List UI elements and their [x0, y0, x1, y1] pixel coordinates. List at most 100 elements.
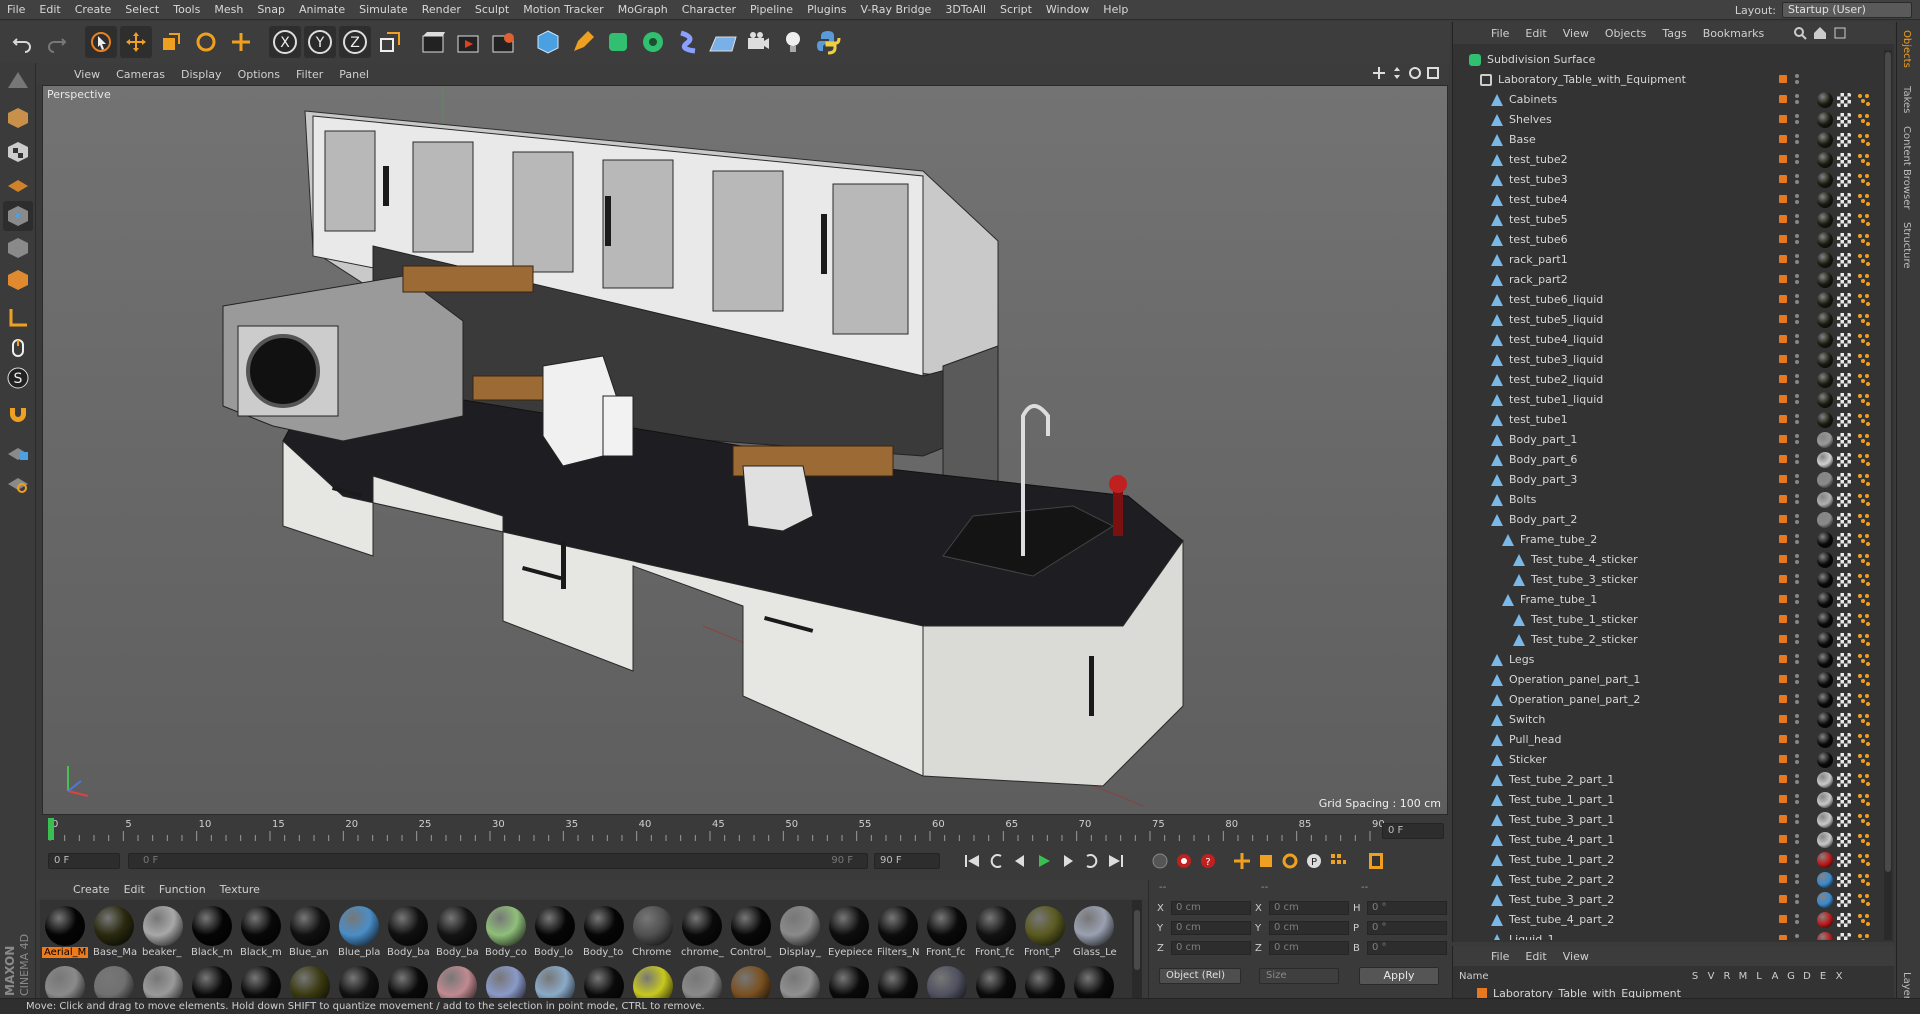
layer-color-icon[interactable] — [1779, 315, 1787, 323]
visibility-dots-icon[interactable] — [1795, 334, 1799, 338]
menu-item-tools[interactable]: Tools — [166, 3, 207, 16]
object-row[interactable]: Test_tube_2_part_2 — [1453, 870, 1893, 890]
render-view-icon[interactable] — [418, 26, 450, 58]
material-tag-icon[interactable] — [1817, 612, 1833, 628]
material-swatch[interactable]: Display_ — [777, 904, 823, 958]
subdivision-icon[interactable] — [602, 26, 634, 58]
phong-tag-icon[interactable] — [1857, 253, 1871, 267]
phong-tag-icon[interactable] — [1857, 773, 1871, 787]
coord-value-field[interactable]: 0 ° — [1367, 941, 1447, 955]
object-row[interactable]: Test_tube_1_part_1 — [1453, 790, 1893, 810]
material-swatch[interactable]: Front_fc — [973, 904, 1019, 958]
render-picture-viewer-icon[interactable] — [453, 26, 485, 58]
object-row[interactable]: Frame_tube_1 — [1453, 590, 1893, 610]
object-row[interactable]: Test_tube_3_sticker — [1453, 570, 1893, 590]
layer-color-icon[interactable] — [1779, 555, 1787, 563]
menu-item-script[interactable]: Script — [993, 3, 1039, 16]
layer-color-icon[interactable] — [1779, 535, 1787, 543]
menu-item-render[interactable]: Render — [415, 3, 468, 16]
phong-tag-icon[interactable] — [1857, 813, 1871, 827]
x-axis-icon[interactable]: X — [269, 26, 301, 58]
object-row[interactable]: test_tube5 — [1453, 210, 1893, 230]
tab-content-browser[interactable]: Content Browser — [1901, 126, 1912, 209]
phong-tag-icon[interactable] — [1857, 173, 1871, 187]
viewport-menu-panel[interactable]: Panel — [331, 68, 377, 81]
object-row[interactable]: Liquid_1 — [1453, 930, 1893, 940]
visibility-dots-icon[interactable] — [1795, 494, 1799, 498]
phong-tag-icon[interactable] — [1857, 93, 1871, 107]
deformer-icon[interactable] — [672, 26, 704, 58]
menu-item-simulate[interactable]: Simulate — [352, 3, 415, 16]
layer-column-header[interactable]: D — [1799, 971, 1815, 982]
phong-tag-icon[interactable] — [1857, 573, 1871, 587]
key-parameter-icon[interactable]: P — [1302, 850, 1326, 872]
phong-tag-icon[interactable] — [1857, 733, 1871, 747]
menu-item-sculpt[interactable]: Sculpt — [468, 3, 516, 16]
phong-tag-icon[interactable] — [1857, 413, 1871, 427]
menu-item-mograph[interactable]: MoGraph — [611, 3, 675, 16]
tab-objects[interactable]: Objects — [1901, 30, 1912, 68]
visibility-dots-icon[interactable] — [1795, 94, 1799, 98]
cube-icon[interactable] — [532, 26, 564, 58]
layer-color-icon[interactable] — [1779, 195, 1787, 203]
object-row[interactable]: Test_tube_1_part_2 — [1453, 850, 1893, 870]
z-axis-icon[interactable]: Z — [339, 26, 371, 58]
phong-tag-icon[interactable] — [1857, 833, 1871, 847]
phong-tag-icon[interactable] — [1857, 133, 1871, 147]
material-tag-icon[interactable] — [1817, 752, 1833, 768]
make-editable-icon[interactable] — [3, 65, 33, 95]
menu-item-edit[interactable]: Edit — [32, 3, 67, 16]
next-key-icon[interactable] — [1080, 850, 1104, 872]
visibility-dots-icon[interactable] — [1795, 834, 1799, 838]
layer-color-icon[interactable] — [1779, 435, 1787, 443]
visibility-dots-icon[interactable] — [1795, 134, 1799, 138]
texture-tag-icon[interactable] — [1837, 233, 1851, 247]
material-tag-icon[interactable] — [1817, 812, 1833, 828]
layer-color-icon[interactable] — [1779, 935, 1787, 940]
texture-tag-icon[interactable] — [1837, 173, 1851, 187]
previous-key-icon[interactable] — [984, 850, 1008, 872]
menu-item-window[interactable]: Window — [1039, 3, 1096, 16]
layout-select[interactable]: Startup (User) — [1782, 2, 1912, 18]
material-tag-icon[interactable] — [1817, 592, 1833, 608]
phong-tag-icon[interactable] — [1857, 893, 1871, 907]
texture-tag-icon[interactable] — [1837, 293, 1851, 307]
visibility-dots-icon[interactable] — [1795, 374, 1799, 378]
texture-tag-icon[interactable] — [1837, 933, 1851, 940]
material-tag-icon[interactable] — [1817, 892, 1833, 908]
material-tag-icon[interactable] — [1817, 252, 1833, 268]
key-pla-icon[interactable] — [1326, 850, 1350, 872]
viewport-menu-filter[interactable]: Filter — [288, 68, 331, 81]
move-icon[interactable] — [120, 26, 152, 58]
layer-color-icon[interactable] — [1779, 175, 1787, 183]
material-swatch[interactable]: Blue_an — [287, 904, 333, 958]
texture-tag-icon[interactable] — [1837, 493, 1851, 507]
layer-color-icon[interactable] — [1779, 695, 1787, 703]
current-frame-field[interactable]: 0 F — [1382, 823, 1444, 839]
undo-icon[interactable] — [6, 26, 38, 58]
object-scrollbar[interactable] — [1884, 50, 1892, 940]
layer-color-icon[interactable] — [1779, 515, 1787, 523]
layer-menu-edit[interactable]: Edit — [1517, 950, 1554, 963]
material-tag-icon[interactable] — [1817, 412, 1833, 428]
layer-color-icon[interactable] — [1779, 775, 1787, 783]
material-scrollbar[interactable] — [1132, 900, 1142, 1005]
coord-value-field[interactable]: 0 ° — [1367, 921, 1447, 935]
live-select-icon[interactable] — [85, 26, 117, 58]
key-position-icon[interactable] — [1230, 850, 1254, 872]
object-row[interactable]: Test_tube_3_part_2 — [1453, 890, 1893, 910]
phong-tag-icon[interactable] — [1857, 473, 1871, 487]
phong-tag-icon[interactable] — [1857, 753, 1871, 767]
material-tag-icon[interactable] — [1817, 912, 1833, 928]
phong-tag-icon[interactable] — [1857, 213, 1871, 227]
y-axis-icon[interactable]: Y — [304, 26, 336, 58]
texture-tag-icon[interactable] — [1837, 133, 1851, 147]
visibility-dots-icon[interactable] — [1795, 714, 1799, 718]
visibility-dots-icon[interactable] — [1795, 754, 1799, 758]
visibility-dots-icon[interactable] — [1795, 774, 1799, 778]
object-row[interactable]: Test_tube_4_part_2 — [1453, 910, 1893, 930]
texture-tag-icon[interactable] — [1837, 333, 1851, 347]
phong-tag-icon[interactable] — [1857, 333, 1871, 347]
go-to-start-icon[interactable] — [960, 850, 984, 872]
visibility-dots-icon[interactable] — [1795, 794, 1799, 798]
